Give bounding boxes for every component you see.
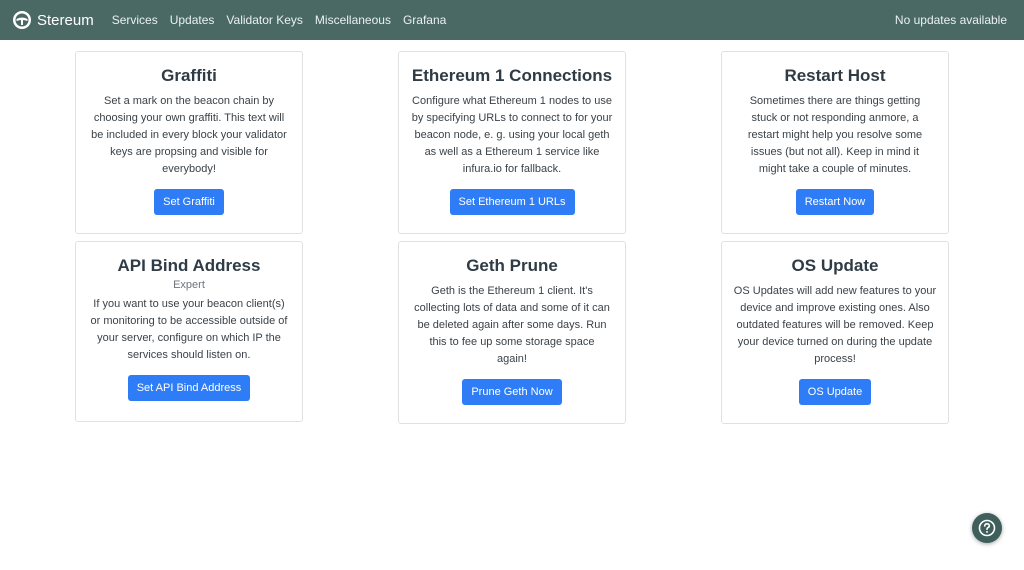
question-icon: [978, 519, 996, 537]
set-api-bind-address-button[interactable]: Set API Bind Address: [127, 375, 251, 401]
card-description: Geth is the Ethereum 1 client. It's coll…: [414, 285, 610, 365]
card-title: OS Update: [791, 256, 879, 275]
card-description: Sometimes there are things getting stuck…: [747, 95, 923, 175]
card-description: Set a mark on the beacon chain by choosi…: [91, 95, 287, 175]
card-title: Ethereum 1 Connections: [411, 66, 613, 85]
card-title: Geth Prune: [466, 256, 558, 275]
restart-now-button[interactable]: Restart Now: [795, 189, 875, 215]
os-update-button[interactable]: OS Update: [798, 379, 872, 405]
brand[interactable]: Stereum: [12, 10, 94, 30]
card-geth-prune: Geth Prune Geth is the Ethereum 1 client…: [398, 241, 626, 424]
update-status: No updates available: [894, 13, 1007, 27]
nav-miscellaneous[interactable]: Miscellaneous: [315, 13, 391, 27]
card-title: Graffiti: [161, 66, 217, 85]
prune-geth-now-button[interactable]: Prune Geth Now: [462, 379, 562, 405]
card-description: OS Updates will add new features to your…: [733, 285, 937, 365]
card-restart-host: Restart Host Sometimes there are things …: [721, 51, 949, 234]
nav-updates[interactable]: Updates: [170, 13, 215, 27]
card-title: API Bind Address: [117, 256, 261, 275]
nav-validator-keys[interactable]: Validator Keys: [226, 13, 302, 27]
stereum-logo-icon: [13, 11, 31, 29]
card-description: Configure what Ethereum 1 nodes to use b…: [411, 95, 613, 175]
card-title: Restart Host: [784, 66, 886, 85]
card-ethereum1-connections: Ethereum 1 Connections Configure what Et…: [398, 51, 626, 234]
nav-services[interactable]: Services: [112, 13, 158, 27]
set-ethereum1-urls-button[interactable]: Set Ethereum 1 URLs: [449, 189, 575, 215]
card-graffiti: Graffiti Set a mark on the beacon chain …: [75, 51, 303, 234]
card-description: If you want to use your beacon client(s)…: [90, 298, 288, 361]
brand-name: Stereum: [37, 11, 94, 29]
set-graffiti-button[interactable]: Set Graffiti: [154, 189, 224, 215]
card-api-bind-address: API Bind Address Expert If you want to u…: [75, 241, 303, 422]
top-navbar: Stereum Services Updates Validator Keys …: [0, 0, 1024, 40]
card-subtitle: Expert: [173, 279, 205, 291]
help-button[interactable]: [972, 513, 1002, 543]
card-os-update: OS Update OS Updates will add new featur…: [721, 241, 949, 424]
nav-grafana[interactable]: Grafana: [403, 13, 446, 27]
